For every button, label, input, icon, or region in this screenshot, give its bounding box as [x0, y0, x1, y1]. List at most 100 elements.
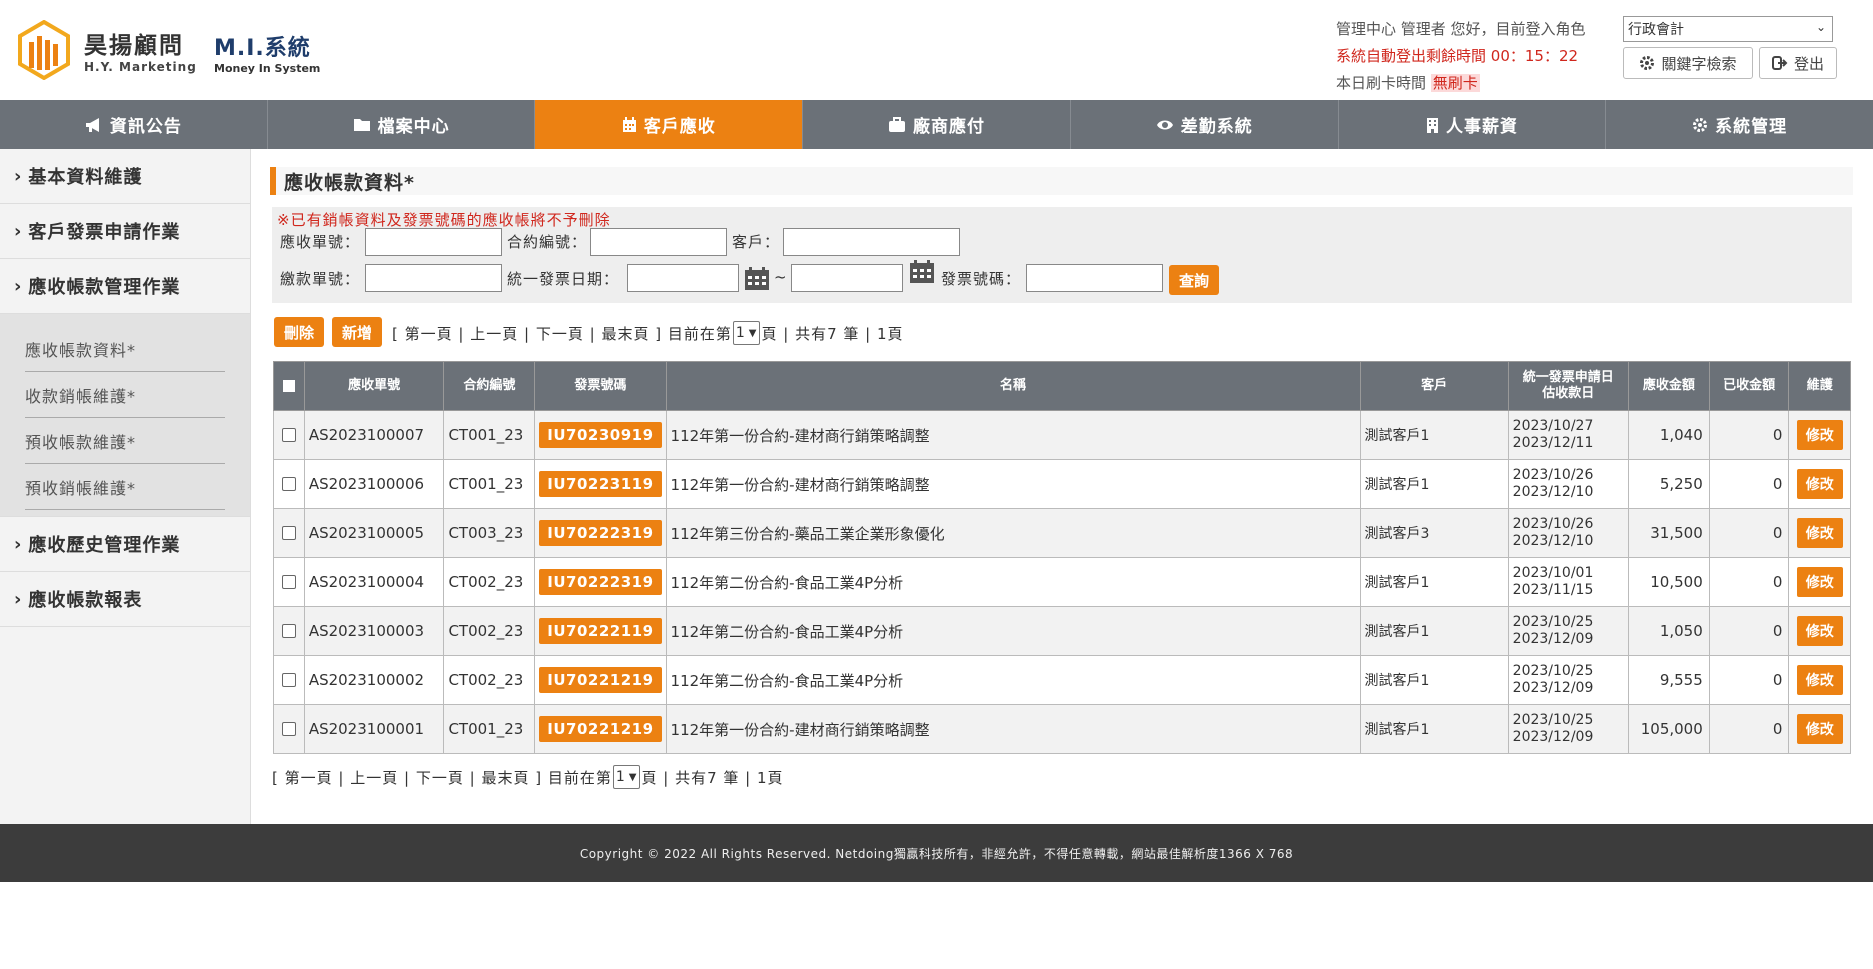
edit-button[interactable]: 修改 [1796, 420, 1843, 450]
invoice-badge[interactable]: IU70222119 [539, 618, 662, 644]
col-customer[interactable]: 客戶 [1359, 361, 1509, 411]
invoice-date-start-input[interactable] [627, 264, 739, 292]
pager-current-suffix: 頁 [641, 768, 658, 787]
sidebar-item-label: 應收歷史管理作業 [28, 535, 181, 556]
nav-item-hr-payroll[interactable]: 人事薪資 [1339, 100, 1607, 149]
invoice-cell: IU70222119 [534, 606, 667, 656]
pager-last-link[interactable]: | 最末頁 ] [470, 767, 542, 788]
row-checkbox[interactable] [281, 722, 296, 736]
footer: Copyright © 2022 All Rights Reserved. Ne… [0, 824, 1873, 882]
nav-item-system[interactable]: 系統管理 [1606, 100, 1873, 149]
sidebar-item-basic-data[interactable]: › 基本資料維護 [0, 149, 250, 204]
sidebar-sub-collection-writeoff[interactable]: 收款銷帳維護* [25, 372, 225, 418]
pager-last-link[interactable]: | 最末頁 ] [590, 323, 662, 344]
received-cell: 0 [1708, 606, 1790, 656]
pager-bottom: [ 第一頁 | 上一頁 | 下一頁 | 最末頁 ] 目前在第 1 ▼ 頁 | 共有… [272, 765, 784, 789]
logout-label: 登出 [1793, 54, 1824, 73]
add-button[interactable]: 新增 [332, 317, 382, 347]
col-received[interactable]: 已收金額 [1708, 361, 1790, 411]
nav-item-announcements[interactable]: 資訊公告 [0, 100, 268, 149]
query-button[interactable]: 查詢 [1169, 265, 1219, 295]
pager-first-link[interactable]: [ 第一頁 [272, 767, 333, 788]
edit-button[interactable]: 修改 [1796, 665, 1843, 695]
invoice-badge[interactable]: IU70221219 [539, 716, 662, 742]
table-header-row: 應收單號 合約編號 發票號碼 名稱 客戶 統一發票申請日 估收款日 應收金額 已收… [273, 361, 1851, 411]
invoice-badge[interactable]: IU70222319 [539, 520, 662, 546]
page-title: 應收帳款資料* [270, 167, 1853, 195]
col-dates[interactable]: 統一發票申請日 估收款日 [1507, 361, 1629, 411]
col-amount[interactable]: 應收金額 [1627, 361, 1710, 411]
pager-first-link[interactable]: [ 第一頁 [392, 323, 453, 344]
sidebar-item-ar-report[interactable]: › 應收帳款報表 [0, 572, 250, 627]
nav-item-receivables[interactable]: 客戶應收 [535, 100, 804, 149]
sidebar-sub-prepaid-writeoff[interactable]: 預收銷帳維護* [25, 464, 225, 510]
row-select-cell [273, 410, 305, 460]
edit-button[interactable]: 修改 [1796, 616, 1843, 646]
invoice-badge[interactable]: IU70223119 [539, 471, 662, 497]
pager-next-link[interactable]: | 下一頁 [404, 767, 464, 788]
row-checkbox[interactable] [281, 526, 296, 540]
row-checkbox[interactable] [281, 624, 296, 638]
brand-en: H.Y. Marketing [84, 60, 197, 74]
sidebar-sub-prepaid[interactable]: 預收帳款維護* [25, 418, 225, 464]
row-checkbox[interactable] [281, 673, 296, 687]
pager-next-link[interactable]: | 下一頁 [524, 323, 584, 344]
payment-no-input[interactable] [365, 264, 502, 292]
customer-cell: 測試客戶1 [1359, 606, 1509, 656]
table-row: AS2023100006 CT001_23 IU70223119 112年第一份合約-… [273, 459, 1851, 509]
calendar-icon[interactable] [744, 267, 770, 291]
contract-cell: CT001_23 [443, 704, 536, 754]
invoice-badge[interactable]: IU70230919 [539, 422, 662, 448]
logo[interactable]: 昊揚顧問 H.Y. Marketing M.I.系統 Money In Syst… [18, 20, 338, 82]
expected-collection-date: 2023/12/09 [1512, 680, 1594, 696]
delete-button[interactable]: 刪除 [274, 317, 324, 347]
invoice-cell: IU70221219 [534, 655, 667, 705]
invoice-badge[interactable]: IU70221219 [539, 667, 662, 693]
dates-cell: 2023/10/26 2023/12/10 [1507, 459, 1629, 509]
col-contract[interactable]: 合約編號 [443, 361, 536, 411]
pager-prev-link[interactable]: | 上一頁 [458, 323, 518, 344]
nav-item-attendance[interactable]: 差勤系統 [1071, 100, 1339, 149]
select-all-checkbox[interactable] [282, 380, 295, 392]
system-text: M.I.系統 Money In System [214, 30, 344, 75]
role-select[interactable]: 行政會計 ⌄ [1623, 16, 1833, 42]
contract-no-input[interactable] [590, 228, 727, 256]
nav-item-files[interactable]: 檔案中心 [268, 100, 536, 149]
invoice-no-input[interactable] [1026, 264, 1163, 292]
edit-button[interactable]: 修改 [1796, 714, 1843, 744]
logout-button[interactable]: 登出 [1759, 47, 1837, 79]
gear-icon [1693, 117, 1708, 132]
table-row: AS2023100007 CT001_23 IU70230919 112年第一份合約-… [273, 410, 1851, 460]
calendar-icon[interactable] [909, 260, 935, 284]
user-info: 管理中心 管理者 您好，目前登入角色 系統自動登出剩餘時間 00：15：22 本… [1336, 16, 1586, 97]
sidebar-item-invoice-request[interactable]: › 客戶發票申請作業 [0, 204, 250, 259]
amount-cell: 1,050 [1627, 606, 1710, 656]
customer-input[interactable] [783, 228, 960, 256]
edit-button[interactable]: 修改 [1796, 518, 1843, 548]
maintain-cell: 修改 [1788, 704, 1851, 754]
dates-cell: 2023/10/25 2023/12/09 [1507, 655, 1629, 705]
row-checkbox[interactable] [281, 428, 296, 442]
invoice-date-end-input[interactable] [791, 264, 903, 292]
dates-cell: 2023/10/25 2023/12/09 [1507, 606, 1629, 656]
pager-total: | 共有7 筆 | 1頁 [777, 324, 904, 343]
chevron-right-icon: › [14, 533, 23, 555]
nav-item-payables[interactable]: 廠商應付 [803, 100, 1071, 149]
contract-cell: CT002_23 [443, 557, 536, 607]
row-checkbox[interactable] [281, 575, 296, 589]
col-ar-no[interactable]: 應收單號 [303, 361, 445, 411]
edit-button[interactable]: 修改 [1796, 469, 1843, 499]
page-select[interactable]: 1 ▼ [612, 765, 641, 789]
sidebar-item-ar-history[interactable]: › 應收歷史管理作業 [0, 517, 250, 572]
edit-button[interactable]: 修改 [1796, 567, 1843, 597]
row-checkbox[interactable] [281, 477, 296, 491]
page-select[interactable]: 1 ▼ [732, 321, 761, 345]
keyword-search-button[interactable]: 關鍵字檢索 [1623, 47, 1753, 79]
ar-no-input[interactable] [365, 228, 502, 256]
invoice-badge[interactable]: IU70222319 [539, 569, 662, 595]
pager-prev-link[interactable]: | 上一頁 [338, 767, 398, 788]
sidebar-sub-ar-data[interactable]: 應收帳款資料* [25, 326, 225, 372]
col-invoice[interactable]: 發票號碼 [534, 361, 667, 411]
col-name[interactable]: 名稱 [665, 361, 1361, 411]
sidebar-item-ar-management[interactable]: › 應收帳款管理作業 [0, 259, 250, 314]
